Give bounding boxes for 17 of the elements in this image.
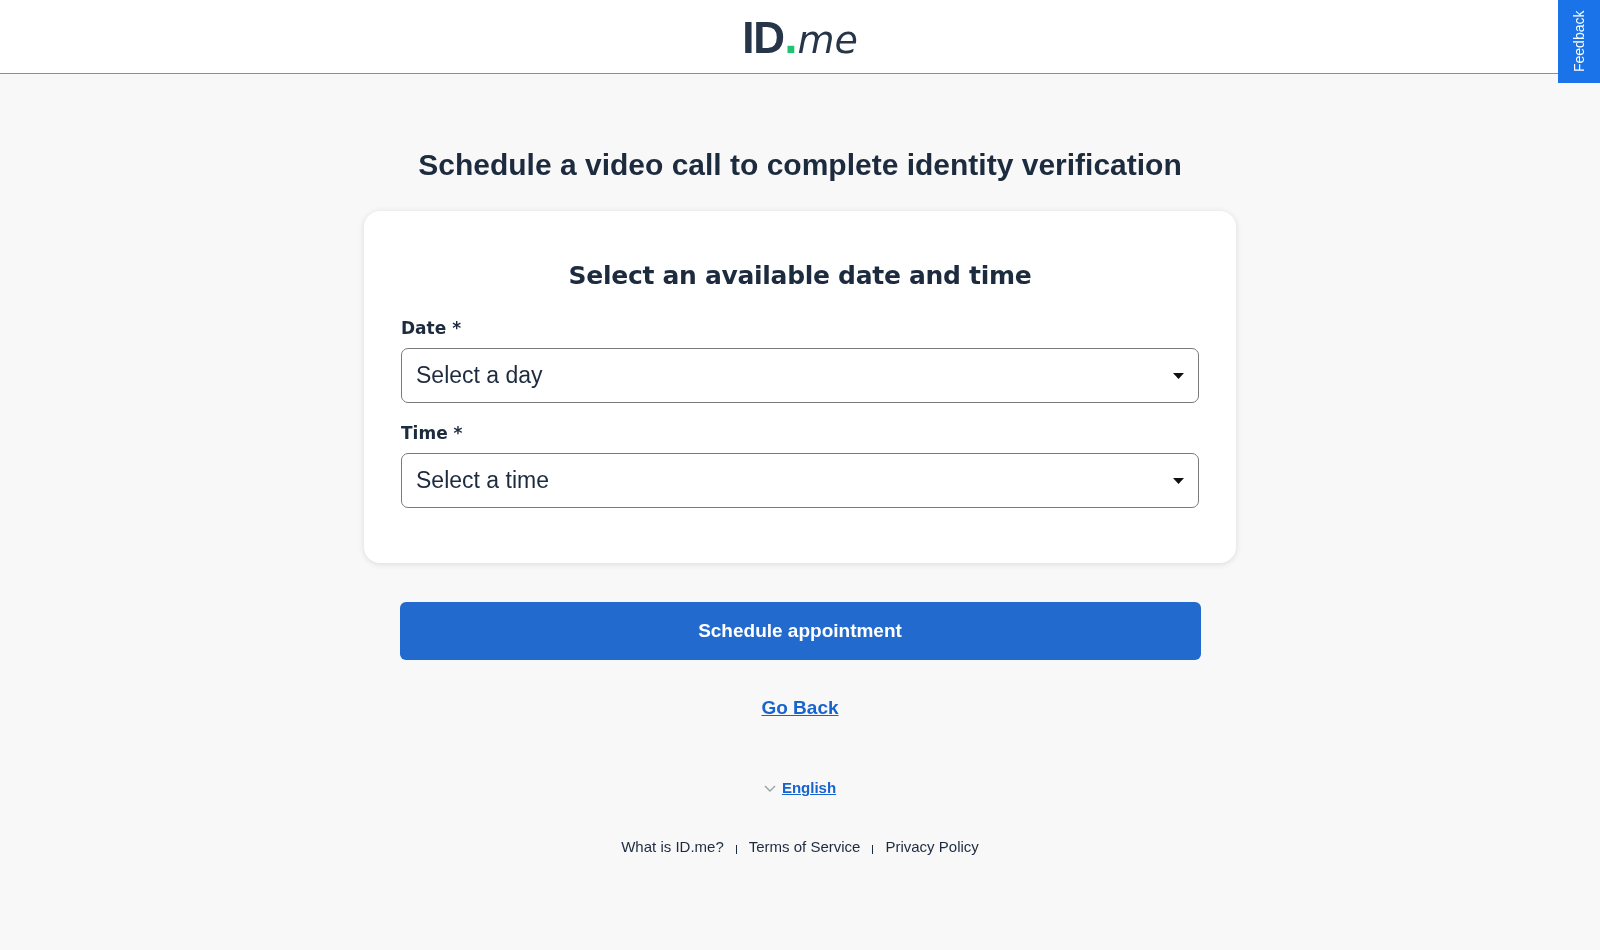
caret-icon [1173,372,1184,379]
form-heading: Select an available date and time [567,260,1033,291]
footer-link[interactable]: Privacy Policy [885,838,979,856]
caret-icon [1173,477,1184,484]
language-link[interactable]: English [781,779,837,797]
chevron-down-icon [763,784,776,792]
dropdown-select[interactable]: Select a day [401,348,1199,403]
footer-link[interactable]: What is ID.me? [621,838,724,856]
feedback-tab[interactable]: Feedback [1558,0,1600,83]
go-back-link[interactable]: Go Back [761,696,839,719]
page-title: Schedule a video call to complete identity verification [418,147,1182,183]
dropdown-select[interactable]: Select a time [401,453,1199,508]
field-label: Date * [401,317,462,339]
logo: ID.me [742,12,858,61]
footer-link[interactable]: Terms of Service [748,838,861,856]
schedule-appointment-button[interactable]: Schedule appointment [399,602,1201,660]
field-label: Time * [401,422,463,444]
